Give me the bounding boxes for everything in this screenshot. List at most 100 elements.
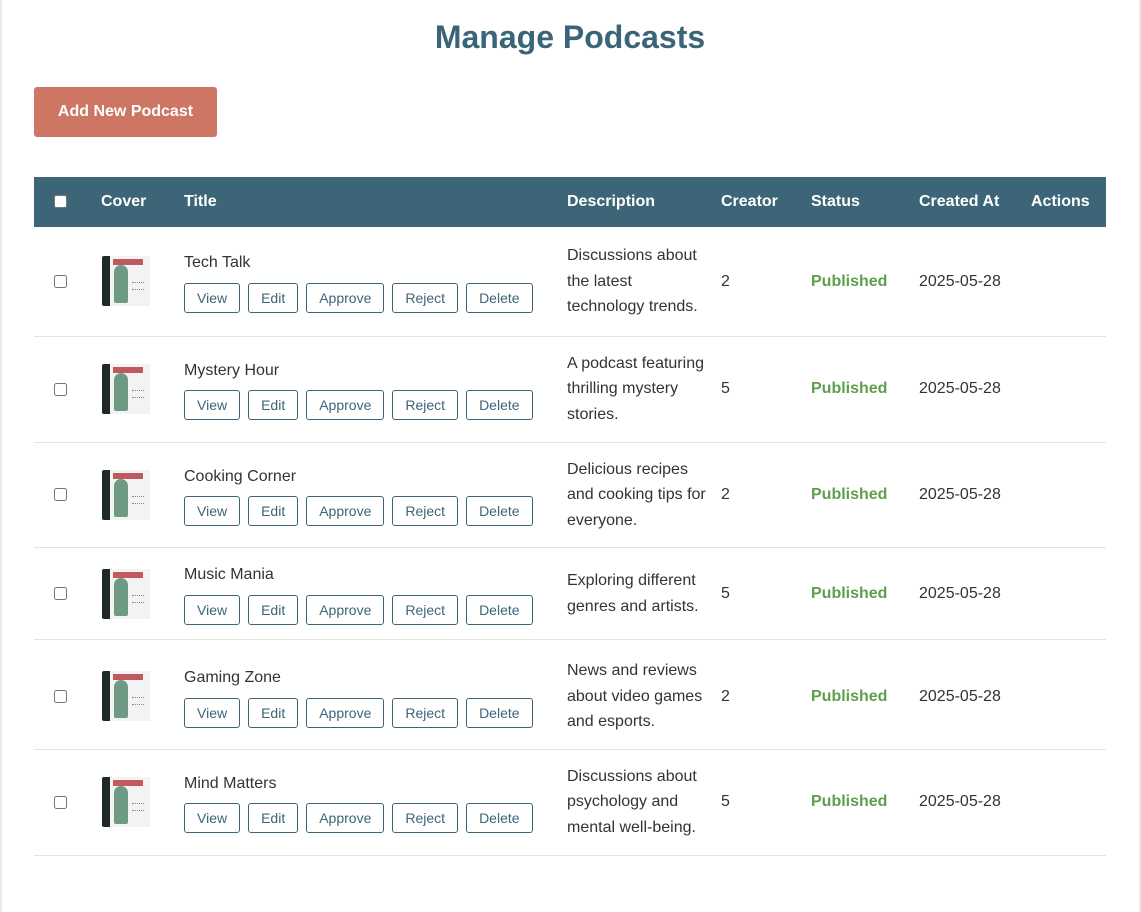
podcast-description: Discussions about the latest technology … [567,227,721,337]
created-at: 2025-05-28 [919,442,1031,549]
cover-cell [86,547,184,640]
podcast-title: Music Mania [184,566,274,584]
edit-button[interactable]: Edit [248,803,299,834]
header-description: Description [567,193,656,210]
reject-button[interactable]: Reject [392,697,459,728]
reject-button[interactable]: Reject [392,390,459,421]
view-button[interactable]: View [184,697,241,728]
row-action-buttons: View Edit Approve Reject Delete [184,390,567,421]
podcast-title: Mind Matters [184,774,277,792]
view-button[interactable]: View [184,390,241,421]
status-badge: Published [811,442,919,549]
status-badge: Published [811,547,919,640]
delete-button[interactable]: Delete [466,496,533,527]
created-at: 2025-05-28 [919,336,1031,443]
row-select-cell [34,442,86,549]
header-created-at: Created At [919,193,1000,210]
edit-button[interactable]: Edit [248,390,299,421]
delete-button[interactable]: Delete [466,594,533,625]
podcast-cover-image [102,364,150,415]
edit-button[interactable]: Edit [248,282,299,313]
view-button[interactable]: View [184,594,241,625]
status-badge: Published [811,227,919,337]
podcast-cover-image [102,469,150,520]
title-cell: Mystery Hour View Edit Approve Reject De… [184,336,567,443]
reject-button[interactable]: Reject [392,803,459,834]
approve-button[interactable]: Approve [306,594,385,625]
reject-button[interactable]: Reject [392,594,459,625]
edit-button[interactable]: Edit [248,496,299,527]
table-header-row: Cover Title Description Creator Status C… [34,177,1106,227]
podcast-creator: 5 [721,547,811,640]
row-action-buttons: View Edit Approve Reject Delete [184,594,567,625]
podcast-title: Mystery Hour [184,361,280,379]
podcast-description: News and reviews about video games and e… [567,639,721,750]
approve-button[interactable]: Approve [306,697,385,728]
cover-cell [86,639,184,750]
edit-button[interactable]: Edit [248,697,299,728]
podcast-title: Gaming Zone [184,669,281,687]
created-at: 2025-05-28 [919,227,1031,337]
row-checkbox[interactable] [53,689,67,703]
podcast-cover-image [102,256,150,307]
podcast-creator: 5 [721,749,811,856]
row-checkbox[interactable] [53,795,67,809]
page-title: Manage Podcasts [434,19,706,55]
view-button[interactable]: View [184,803,241,834]
view-button[interactable]: View [184,496,241,527]
select-all-header [34,177,86,227]
actions-cell [1031,639,1106,750]
title-cell: Cooking Corner View Edit Approve Reject … [184,442,567,549]
main-container: Manage Podcasts Add New Podcast Cover Ti… [34,0,1106,856]
approve-button[interactable]: Approve [306,282,385,313]
edit-button[interactable]: Edit [248,594,299,625]
row-select-cell [34,336,86,443]
cover-cell [86,442,184,549]
created-at: 2025-05-28 [919,749,1031,856]
row-checkbox[interactable] [53,382,67,396]
status-badge: Published [811,639,919,750]
table-row: Tech Talk View Edit Approve Reject Delet… [34,227,1106,337]
reject-button[interactable]: Reject [392,496,459,527]
approve-button[interactable]: Approve [306,803,385,834]
delete-button[interactable]: Delete [466,697,533,728]
podcast-creator: 5 [721,336,811,443]
podcast-cover-image [102,568,150,619]
delete-button[interactable]: Delete [466,390,533,421]
add-new-podcast-button[interactable]: Add New Podcast [34,87,217,137]
podcast-description: Discussions about psychology and mental … [567,749,721,856]
podcast-cover-image [102,671,150,722]
table-row: Music Mania View Edit Approve Reject Del… [34,547,1106,640]
view-button[interactable]: View [184,282,241,313]
cover-cell [86,749,184,856]
actions-cell [1031,749,1106,856]
table-row: Gaming Zone View Edit Approve Reject Del… [34,639,1106,750]
table-body: Tech Talk View Edit Approve Reject Delet… [34,227,1106,856]
row-checkbox[interactable] [53,488,67,502]
podcast-creator: 2 [721,639,811,750]
select-all-checkbox[interactable] [53,195,67,209]
status-badge: Published [811,336,919,443]
row-checkbox[interactable] [53,587,67,601]
row-select-cell [34,639,86,750]
reject-button[interactable]: Reject [392,282,459,313]
podcasts-table: Cover Title Description Creator Status C… [34,177,1106,856]
podcast-cover-image [102,777,150,828]
row-select-cell [34,227,86,337]
approve-button[interactable]: Approve [306,496,385,527]
row-checkbox[interactable] [53,274,67,288]
row-select-cell [34,547,86,640]
status-badge: Published [811,749,919,856]
header-actions: Actions [1031,193,1090,210]
title-cell: Mind Matters View Edit Approve Reject De… [184,749,567,856]
actions-cell [1031,547,1106,640]
podcast-title: Tech Talk [184,254,251,272]
delete-button[interactable]: Delete [466,282,533,313]
header-title: Title [184,193,217,210]
podcast-description: A podcast featuring thrilling mystery st… [567,336,721,443]
podcast-creator: 2 [721,442,811,549]
row-action-buttons: View Edit Approve Reject Delete [184,697,567,728]
delete-button[interactable]: Delete [466,803,533,834]
approve-button[interactable]: Approve [306,390,385,421]
title-cell: Tech Talk View Edit Approve Reject Delet… [184,227,567,337]
